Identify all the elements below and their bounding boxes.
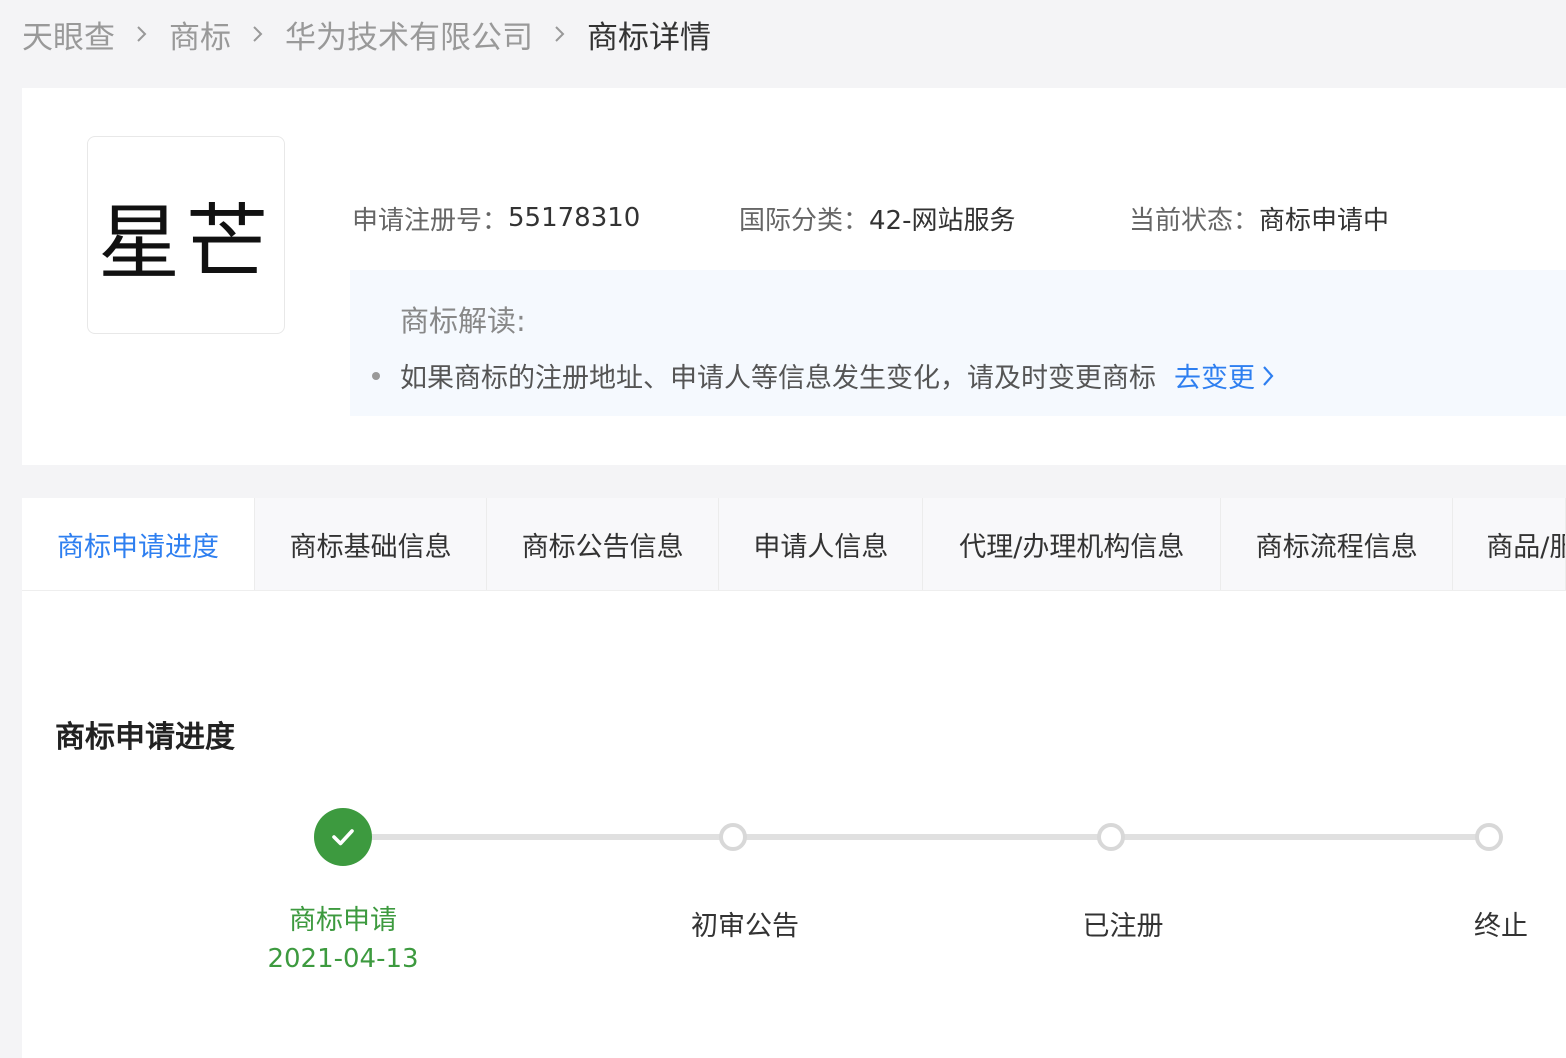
reg-no-field: 申请注册号： 55178310 bbox=[352, 198, 640, 238]
tab-basic-info[interactable]: 商标基础信息 bbox=[255, 498, 488, 590]
trademark-summary-card: 星芒 申请注册号： 55178310 国际分类： 42-网站服务 当前状态： 商… bbox=[22, 88, 1566, 465]
check-icon bbox=[332, 829, 354, 846]
breadcrumb-home[interactable]: 天眼查 bbox=[22, 12, 115, 57]
breadcrumb-trademark[interactable]: 商标 bbox=[169, 12, 231, 57]
status-label: 当前状态： bbox=[1129, 205, 1260, 236]
class-value: 42-网站服务 bbox=[869, 205, 1016, 236]
progress-timeline: 商标申请 2021-04-13 初审公告 已注册 终止 bbox=[22, 798, 1566, 998]
chevron-right-icon bbox=[551, 25, 569, 43]
tab-agency-info[interactable]: 代理/办理机构信息 bbox=[923, 498, 1222, 590]
reading-item-text: 如果商标的注册地址、申请人等信息发生变化，请及时变更商标 bbox=[400, 363, 1156, 394]
step-node-icon bbox=[1097, 823, 1125, 851]
status-field: 当前状态： 商标申请中 bbox=[1129, 198, 1389, 238]
tab-application-progress[interactable]: 商标申请进度 bbox=[22, 498, 256, 590]
chevron-right-icon bbox=[133, 25, 151, 43]
reg-no-label: 申请注册号： bbox=[352, 205, 509, 236]
step-label: 终止 bbox=[1474, 911, 1528, 942]
class-field: 国际分类： 42-网站服务 bbox=[739, 198, 1015, 238]
section-title: 商标申请进度 bbox=[55, 720, 235, 755]
tab-announcement-info[interactable]: 商标公告信息 bbox=[487, 498, 720, 590]
trademark-detail-card: 商标申请进度 商标基础信息 商标公告信息 申请人信息 代理/办理机构信息 商标流… bbox=[22, 498, 1566, 1058]
change-link-label: 去变更 bbox=[1174, 363, 1255, 394]
tab-goods-services[interactable]: 商品/服务项目 bbox=[1453, 498, 1566, 590]
change-trademark-link[interactable]: 去变更 bbox=[1174, 356, 1277, 395]
trademark-image[interactable]: 星芒 bbox=[87, 136, 285, 334]
step-label: 初审公告 bbox=[691, 911, 799, 942]
breadcrumb: 天眼查 商标 华为技术有限公司 商标详情 bbox=[22, 12, 711, 56]
step-label: 商标申请 bbox=[289, 905, 397, 936]
tab-process-info[interactable]: 商标流程信息 bbox=[1221, 498, 1454, 590]
bullet-dot-icon bbox=[372, 371, 380, 380]
chevron-right-icon bbox=[1263, 365, 1274, 386]
step-done-icon bbox=[314, 808, 372, 866]
status-value: 商标申请中 bbox=[1259, 205, 1390, 236]
reading-title: 商标解读: bbox=[400, 304, 526, 338]
step-node-icon bbox=[1475, 823, 1503, 851]
reading-item: 如果商标的注册地址、申请人等信息发生变化，请及时变更商标 去变更 bbox=[372, 356, 1277, 395]
breadcrumb-company[interactable]: 华为技术有限公司 bbox=[285, 12, 533, 57]
tab-applicant-info[interactable]: 申请人信息 bbox=[719, 498, 924, 590]
chevron-right-icon bbox=[249, 25, 267, 43]
class-label: 国际分类： bbox=[739, 205, 870, 236]
detail-tabs: 商标申请进度 商标基础信息 商标公告信息 申请人信息 代理/办理机构信息 商标流… bbox=[22, 498, 1566, 591]
trademark-reading-box: 商标解读: 如果商标的注册地址、申请人等信息发生变化，请及时变更商标 去变更 bbox=[350, 270, 1566, 416]
step-label: 已注册 bbox=[1082, 911, 1164, 942]
step-date: 2021-04-13 bbox=[267, 944, 419, 974]
step-node-icon bbox=[719, 823, 747, 851]
progress-track bbox=[372, 834, 1492, 840]
trademark-image-text: 星芒 bbox=[97, 195, 274, 291]
breadcrumb-current: 商标详情 bbox=[587, 19, 711, 56]
reg-no-value: 55178310 bbox=[508, 203, 641, 233]
